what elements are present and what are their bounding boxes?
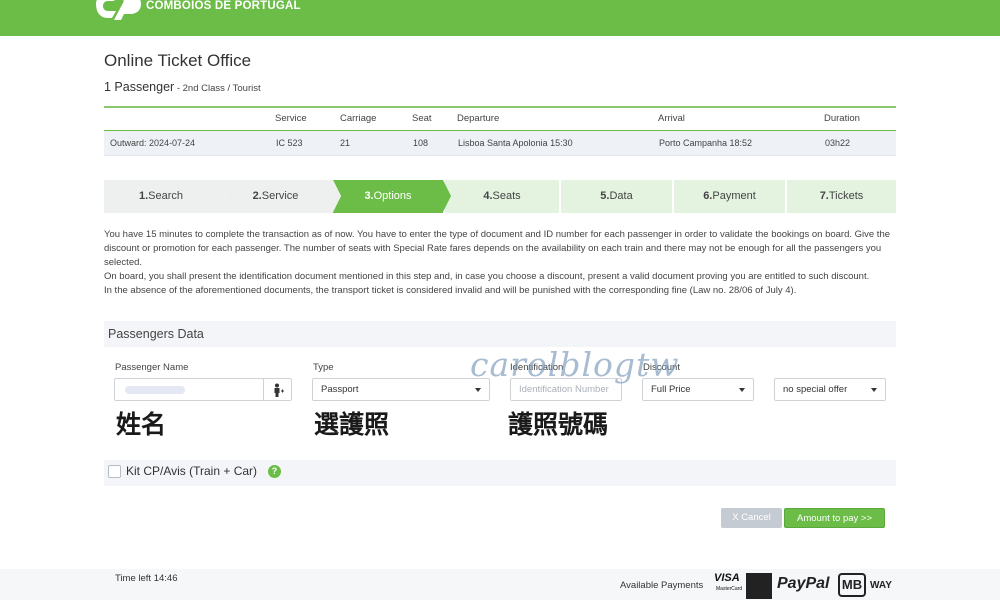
section-title: Passengers Data: [108, 327, 204, 341]
cell-service: IC 523: [276, 138, 303, 148]
table-row: Outward: 2024-07-24 IC 523 21 108 Lisboa…: [104, 130, 896, 156]
class-info: - 2nd Class / Tourist: [174, 83, 261, 94]
header-seat: Seat: [412, 113, 432, 124]
chevron-down-icon: [739, 388, 745, 392]
blurred-name: [125, 386, 185, 394]
kit-label[interactable]: Kit CP/Avis (Train + Car): [126, 464, 257, 478]
info-text: You have 15 minutes to complete the tran…: [104, 228, 896, 298]
step-arrow: [443, 180, 451, 212]
step-service[interactable]: 2.Service: [218, 180, 341, 213]
step-label: Tickets: [828, 190, 864, 202]
header-duration: Duration: [824, 113, 860, 124]
step-number: 6.: [703, 190, 713, 202]
kit-section: Kit CP/Avis (Train + Car) ?: [104, 460, 896, 486]
page-title: Online Ticket Office: [104, 51, 252, 70]
cell-departure: Lisboa Santa Apolonia 15:30: [458, 138, 573, 148]
step-search[interactable]: 1.Search: [104, 180, 226, 213]
header-carriage: Carriage: [340, 113, 377, 124]
person-add-icon: [274, 383, 284, 397]
step-seats[interactable]: 4.Seats: [445, 180, 559, 213]
step-payment[interactable]: 6.Payment: [674, 180, 785, 213]
trip-summary-table: Service Carriage Seat Departure Arrival …: [104, 106, 896, 156]
step-label: Options: [373, 190, 412, 202]
label-type: Type: [313, 362, 334, 373]
cell-direction: Outward: 2024-07-24: [110, 138, 196, 148]
step-label: Search: [148, 190, 184, 202]
step-label: Payment: [712, 190, 756, 202]
brand-name: COMBOIOS DE PORTUGAL: [146, 0, 301, 12]
passengers-data-section: Passengers Data: [104, 321, 896, 347]
step-number: 7.: [819, 190, 829, 202]
select-value: Passport: [321, 384, 359, 395]
watermark: carolblogtw: [470, 345, 680, 384]
step-data[interactable]: 5.Data: [561, 180, 672, 213]
cell-duration: 03h22: [825, 138, 851, 148]
step-options[interactable]: 3.Options: [333, 180, 451, 213]
header-departure: Departure: [457, 113, 500, 124]
cell-carriage: 21: [340, 138, 351, 148]
annotation-name: 姓名: [116, 410, 167, 439]
cell-arrival: Porto Campanha 18:52: [659, 138, 753, 148]
special-offer-select[interactable]: no special offer: [774, 378, 886, 401]
header-arrival: Arrival: [658, 113, 685, 124]
step-label: Seats: [492, 190, 521, 202]
chevron-down-icon: [475, 388, 481, 392]
add-passenger-button[interactable]: [263, 379, 291, 400]
help-icon[interactable]: ?: [268, 465, 281, 478]
step-label: Service: [261, 190, 299, 202]
step-label: Data: [609, 190, 633, 202]
visa-logo: VISA: [714, 572, 740, 584]
mb-logo: MB: [838, 573, 866, 597]
input-placeholder: Identification Number: [519, 384, 609, 395]
step-arrow: [218, 180, 226, 212]
mastercard-logo: MasterCard: [716, 586, 743, 592]
site-header: COMBOIOS DE PORTUGAL: [0, 0, 1000, 36]
info-paragraph: You have 15 minutes to complete the tran…: [104, 229, 891, 268]
label-passenger-name: Passenger Name: [115, 362, 189, 373]
progress-steps: 1.Search 2.Service 3.Options 4.Seats 5.D…: [104, 180, 896, 213]
step-arrow: [333, 180, 341, 212]
step-number: 1.: [138, 190, 149, 202]
step-number: 3.: [364, 190, 374, 202]
paypal-logo: PayPal: [777, 575, 830, 592]
way-logo: WAY: [870, 580, 892, 591]
passenger-name-input[interactable]: [114, 378, 292, 401]
select-value: Full Price: [651, 384, 691, 395]
time-left: Time left 14:46: [115, 573, 178, 584]
table-top-divider: [104, 106, 896, 108]
chevron-down-icon: [871, 388, 877, 392]
available-payments-label: Available Payments: [620, 580, 704, 591]
kit-checkbox[interactable]: [108, 465, 121, 478]
amex-logo-icon: [746, 573, 772, 599]
passenger-summary: 1 Passenger - 2nd Class / Tourist: [104, 80, 261, 94]
amount-to-pay-button[interactable]: Amount to pay >>: [784, 508, 885, 528]
step-tickets[interactable]: 7.Tickets: [787, 180, 896, 213]
step-number: 2.: [252, 190, 262, 202]
annotation-id: 護照號碼: [508, 410, 609, 439]
passenger-count: 1 Passenger: [104, 80, 175, 94]
cp-logo[interactable]: [94, 0, 142, 20]
cancel-button[interactable]: X Cancel: [721, 508, 782, 528]
document-type-select[interactable]: Passport: [312, 378, 490, 401]
info-paragraph: On board, you shall present the identifi…: [104, 271, 870, 282]
cell-seat: 108: [413, 138, 429, 148]
step-number: 4.: [483, 190, 493, 202]
annotation-type: 選護照: [314, 410, 390, 439]
header-service: Service: [275, 113, 307, 124]
info-paragraph: In the absence of the aforementioned doc…: [104, 285, 797, 296]
footer: Time left 14:46 Available Payments VISA …: [0, 569, 1000, 600]
select-value: no special offer: [783, 384, 848, 395]
